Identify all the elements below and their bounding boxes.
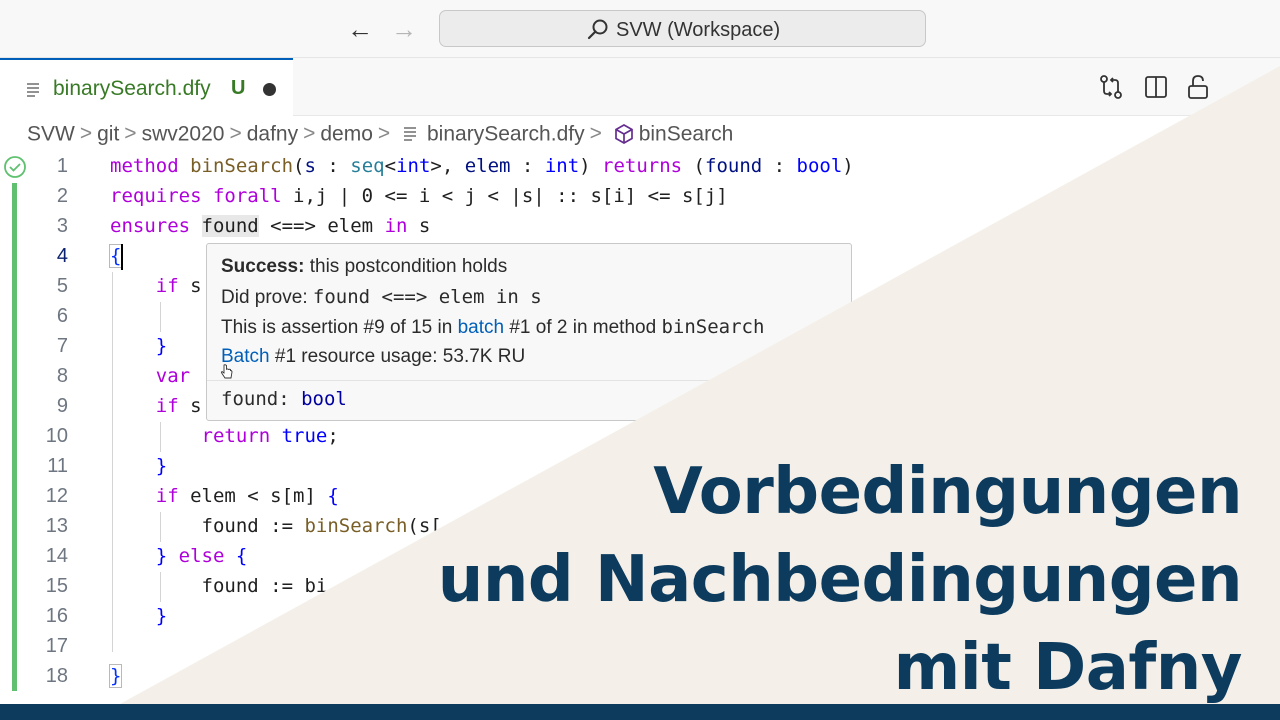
back-arrow-icon[interactable]: ← [345, 14, 375, 44]
batch-link[interactable]: batch [458, 317, 504, 338]
bottom-accent-bar [0, 704, 1280, 720]
breadcrumb: SVW > git > swv2020 > dafny > demo > binarySearch… [27, 122, 734, 146]
hover-signature: found: bool [221, 388, 347, 410]
untracked-badge: U [231, 77, 246, 99]
breadcrumb-item-demo[interactable]: demo [320, 122, 373, 145]
headline-line-3: mit Dafny [893, 631, 1243, 705]
breadcrumb-item-git[interactable]: git [97, 122, 119, 145]
hover-proof: Did prove: found <==> elem in s [221, 286, 542, 308]
breadcrumb-item-file[interactable]: binarySearch.dfy [427, 122, 585, 145]
editor-tab-bar: binarySearch.dfy U [0, 58, 1280, 116]
split-editor-icon[interactable] [1142, 73, 1170, 101]
headline-line-2: und Nachbedingungen [437, 543, 1243, 617]
method-cube-icon [614, 124, 633, 145]
hover-title: Success: this postcondition holds [221, 256, 508, 277]
breadcrumb-item-swv2020[interactable]: swv2020 [142, 122, 225, 145]
code-line: 2 requires forall i,j | 0 <= i < j < |s| … [56, 185, 728, 207]
workspace-title: SVW (Workspace) [616, 19, 781, 41]
hand-pointer-icon [221, 364, 233, 379]
tab-label: binarySearch.dfy [53, 77, 211, 100]
file-lines-icon [404, 127, 416, 142]
command-center-search[interactable]: SVW (Workspace) [439, 10, 926, 47]
headline-line-1: Vorbedingungen [653, 455, 1242, 529]
file-lines-icon [27, 83, 39, 97]
verification-hover-popup: Success: this postcondition holds Did pr… [206, 243, 852, 421]
hover-assertion: This is assertion #9 of 15 in batch #1 o… [221, 316, 765, 338]
code-line: 3 ensures found <==> elem in s [56, 215, 431, 237]
compare-changes-icon[interactable] [1097, 73, 1125, 101]
breadcrumb-item-binsearch[interactable]: binSearch [639, 122, 734, 145]
breadcrumb-item-dafny[interactable]: dafny [247, 122, 298, 145]
tab-binarysearch[interactable]: binarySearch.dfy U [0, 58, 293, 116]
unlock-icon[interactable] [1184, 73, 1212, 101]
headline: Vorbedingungen und Nachbedingungen mit D… [437, 448, 1243, 712]
search-icon [587, 19, 608, 40]
breadcrumb-item-svw[interactable]: SVW [27, 122, 75, 145]
code-line: 1 method binSearch(s : seq<int>, elem : i… [56, 155, 854, 177]
title-bar: ← → SVW (Workspace) [0, 0, 1280, 58]
text-cursor [121, 244, 123, 270]
hover-divider [207, 380, 851, 381]
forward-arrow-icon[interactable]: → [389, 14, 419, 44]
hover-resource: Batch #1 resource usage: 53.7K RU [221, 346, 526, 367]
unsaved-dot-icon[interactable] [263, 83, 276, 96]
